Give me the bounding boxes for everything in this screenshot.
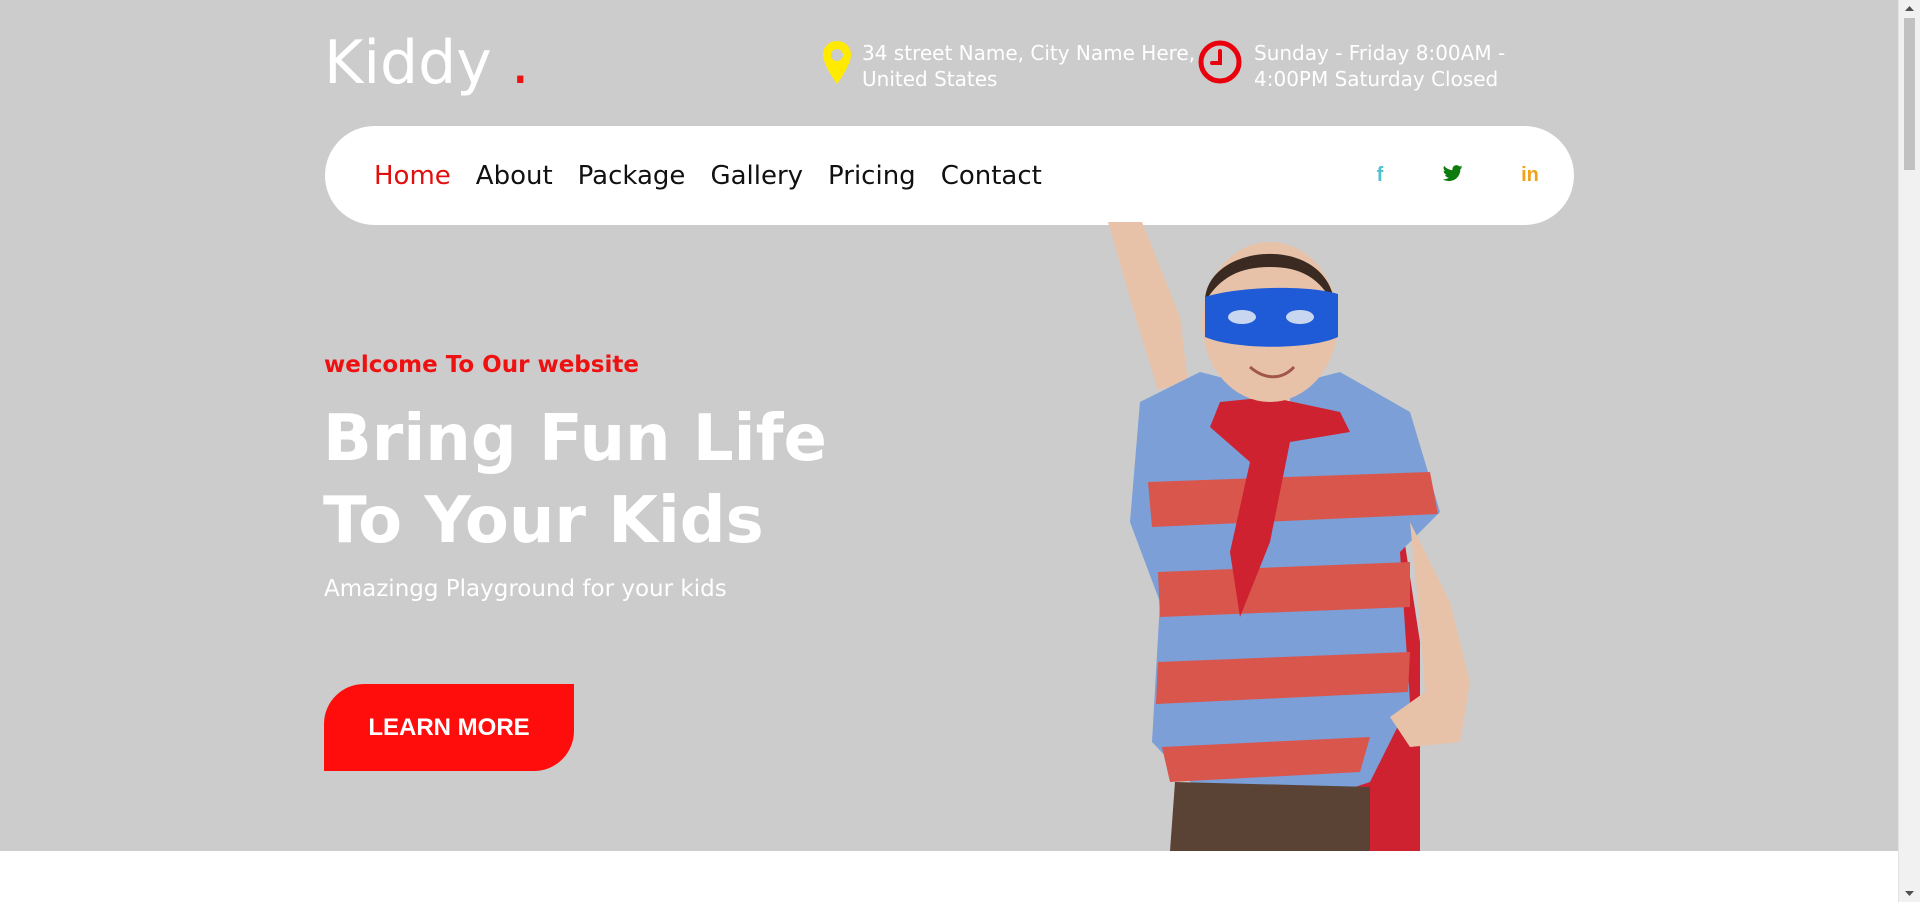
nav-item-about[interactable]: About (476, 161, 553, 191)
address-line-1: 34 street Name, City Name Here, (862, 41, 1196, 65)
vertical-scrollbar[interactable] (1898, 0, 1920, 902)
nav-links: Home About Package Gallery Pricing Conta… (374, 126, 1067, 225)
facebook-icon: f (1376, 164, 1384, 186)
hero-title-line-1: Bring Fun Life (323, 402, 827, 476)
hero-section: Kiddy . 34 street Name, City Name Here, … (0, 0, 1898, 851)
header-hours: Sunday - Friday 8:00AM - 4:00PM Saturday… (1198, 40, 1554, 92)
hours-line-2: 4:00PM Saturday Closed (1254, 67, 1499, 91)
clock-icon (1198, 40, 1242, 88)
hero-kid-image (1070, 222, 1530, 851)
hours-line-1: Sunday - Friday 8:00AM - (1254, 41, 1506, 65)
logo-text: Kiddy (324, 28, 511, 98)
hero-subtitle: Amazingg Playground for your kids (324, 576, 727, 602)
hero-title-line-2: To Your Kids (323, 484, 764, 558)
nav-item-home[interactable]: Home (374, 161, 451, 191)
site-logo[interactable]: Kiddy . (324, 28, 530, 98)
logo-dot: . (510, 28, 530, 98)
linkedin-link[interactable]: in (1510, 126, 1550, 225)
address-line-2: United States (862, 67, 998, 91)
twitter-link[interactable] (1433, 126, 1473, 225)
nav-item-package[interactable]: Package (578, 161, 686, 191)
twitter-icon (1442, 165, 1463, 186)
page: Kiddy . 34 street Name, City Name Here, … (0, 0, 1898, 902)
scroll-up-arrow-icon[interactable] (1899, 0, 1920, 17)
facebook-link[interactable]: f (1365, 126, 1395, 225)
nav-item-gallery[interactable]: Gallery (710, 161, 803, 191)
nav-item-contact[interactable]: Contact (941, 161, 1042, 191)
header-address: 34 street Name, City Name Here, United S… (822, 40, 1227, 92)
linkedin-icon: in (1521, 164, 1539, 186)
learn-more-button[interactable]: LEARN MORE (324, 684, 574, 771)
nav-item-pricing[interactable]: Pricing (828, 161, 916, 191)
welcome-text: welcome To Our website (324, 352, 639, 378)
hero-title: Bring Fun Life To Your Kids (323, 398, 883, 562)
location-pin-icon (822, 40, 852, 90)
main-navigation: Home About Package Gallery Pricing Conta… (325, 126, 1574, 225)
scroll-down-arrow-icon[interactable] (1899, 885, 1920, 902)
scrollbar-thumb[interactable] (1904, 18, 1915, 170)
